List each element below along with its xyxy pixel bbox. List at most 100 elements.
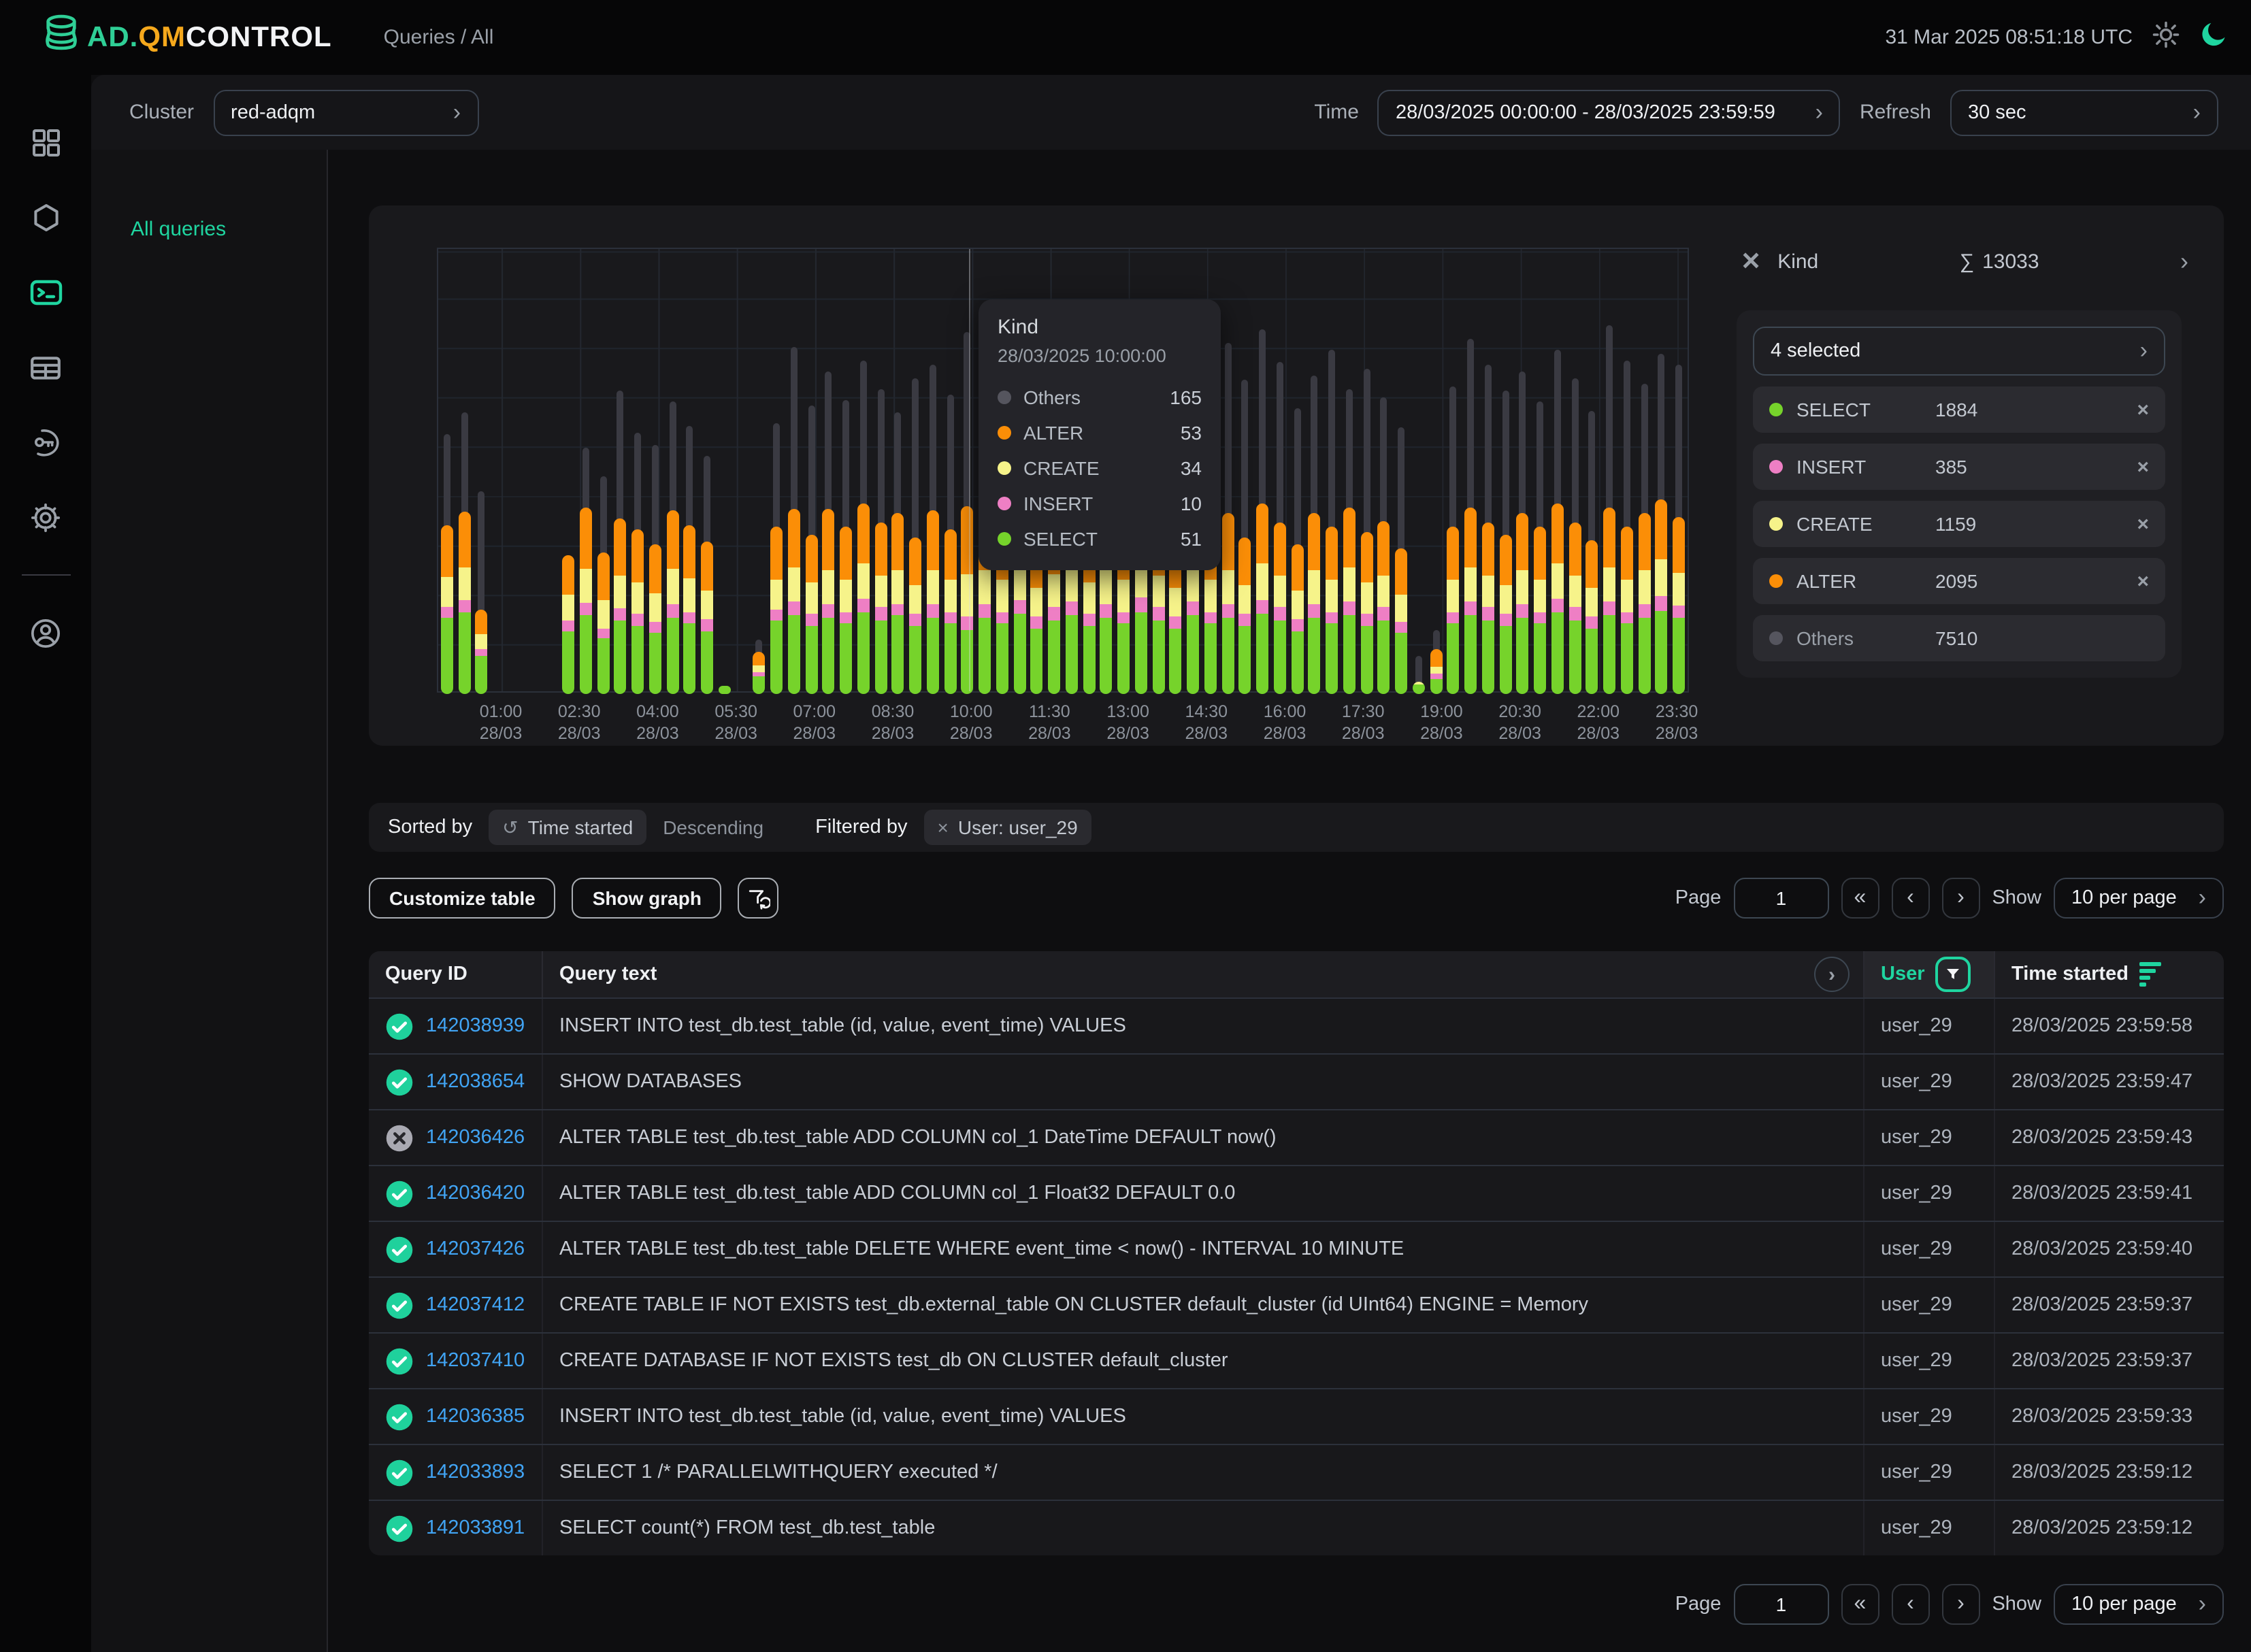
page-input[interactable]	[1733, 878, 1828, 919]
first-page-button[interactable]: «	[1841, 878, 1879, 919]
table-row[interactable]: 142037426 ALTER TABLE test_db.test_table…	[369, 1221, 2224, 1276]
sort-chip[interactable]: ↺ Time started	[489, 810, 646, 845]
query-id-link[interactable]: 142037412	[426, 1294, 525, 1316]
table-row[interactable]: 142036426 ALTER TABLE test_db.test_table…	[369, 1109, 2224, 1165]
series-color-dot	[1769, 517, 1783, 531]
user-cell: user_29	[1863, 1166, 1994, 1221]
profile-icon[interactable]	[28, 615, 63, 650]
next-page-button[interactable]: ›	[1941, 878, 1979, 919]
queries-table: Query ID Query text › User Time started	[369, 951, 2224, 1555]
query-id-link[interactable]: 142036385	[426, 1406, 525, 1427]
time-started-cell: 28/03/2025 23:59:33	[1994, 1389, 2224, 1444]
query-id-link[interactable]: 142038654	[426, 1071, 525, 1093]
reset-sort-icon[interactable]: ↺	[502, 816, 518, 839]
breadcrumb[interactable]: Queries / All	[384, 26, 494, 49]
cluster-select[interactable]: red-adqm ›	[213, 89, 478, 135]
table-row[interactable]: 142033891 SELECT count(*) FROM test_db.t…	[369, 1500, 2224, 1555]
user-filter-chip[interactable]: × User: user_29	[923, 810, 1091, 845]
query-id-link[interactable]: 142033893	[426, 1461, 525, 1483]
legend-row: SELECT 1884 ×	[1753, 386, 2165, 433]
brand-part-3: CONTROL	[186, 21, 332, 52]
user-filter-funnel-icon[interactable]	[1936, 957, 1971, 992]
remove-series-icon[interactable]: ×	[2137, 398, 2149, 421]
show-label: Show	[1992, 887, 2041, 909]
x-axis-tick: 17:3028/03	[1342, 701, 1385, 744]
sort-descending-icon[interactable]	[2139, 963, 2161, 987]
remove-filter-icon[interactable]: ×	[937, 816, 948, 838]
show-graph-button[interactable]: Show graph	[572, 878, 722, 919]
per-page-select[interactable]: 10 per page ›	[2054, 1584, 2224, 1625]
user-cell: user_29	[1863, 1445, 1994, 1500]
cluster-hexagon-icon[interactable]	[28, 200, 63, 235]
tables-icon[interactable]	[28, 350, 63, 385]
chevron-right-icon: ›	[2185, 1591, 2206, 1618]
expand-query-text-icon[interactable]: ›	[1814, 957, 1850, 992]
remove-series-icon[interactable]: ×	[2137, 569, 2149, 593]
light-theme-sun-icon[interactable]	[2152, 20, 2180, 55]
sort-direction[interactable]: Descending	[663, 816, 763, 838]
col-header-time-started[interactable]: Time started	[1994, 951, 2224, 997]
chevron-right-icon[interactable]: ›	[2180, 247, 2188, 276]
series-label: Others	[1023, 386, 1157, 408]
series-label: ALTER	[1796, 570, 1922, 592]
settings-gear-icon[interactable]	[28, 499, 63, 535]
query-id-link[interactable]: 142037426	[426, 1238, 525, 1260]
query-id-link[interactable]: 142038939	[426, 1015, 525, 1037]
sidebar-item-all-queries[interactable]: All queries	[131, 218, 327, 241]
table-row[interactable]: 142037412 CREATE TABLE IF NOT EXISTS tes…	[369, 1276, 2224, 1332]
remove-series-icon[interactable]: ×	[2137, 455, 2149, 478]
remove-kind-filter-icon[interactable]: ✕	[1741, 247, 1761, 276]
refresh-value: 30 sec	[1968, 101, 2026, 123]
table-row[interactable]: 142037410 CREATE DATABASE IF NOT EXISTS …	[369, 1332, 2224, 1388]
query-id-link[interactable]: 142033891	[426, 1517, 525, 1539]
series-color-dot	[998, 532, 1011, 546]
prev-page-button[interactable]: ‹	[1891, 878, 1929, 919]
queries-terminal-icon[interactable]	[28, 275, 63, 310]
time-started-cell: 28/03/2025 23:59:58	[1994, 999, 2224, 1053]
series-label: CREATE	[1023, 457, 1168, 479]
query-text-cell: INSERT INTO test_db.test_table (id, valu…	[542, 999, 1863, 1053]
user-cell: user_29	[1863, 999, 1994, 1053]
x-axis-tick: 20:3028/03	[1498, 701, 1541, 744]
table-row[interactable]: 142036420 ALTER TABLE test_db.test_table…	[369, 1165, 2224, 1221]
time-started-cell: 28/03/2025 23:59:43	[1994, 1110, 2224, 1165]
stacked-bar-chart[interactable]: Kind 28/03/2025 10:00:00 Others 165 ALTE…	[437, 248, 1689, 693]
query-text-cell: SELECT count(*) FROM test_db.test_table	[542, 1501, 1863, 1555]
sort-filter-bar: Sorted by ↺ Time started Descending Filt…	[369, 803, 2224, 852]
table-row[interactable]: 142033893 SELECT 1 /* PARALLELWITHQUERY …	[369, 1444, 2224, 1500]
kind-selected-dropdown[interactable]: 4 selected ›	[1753, 327, 2165, 376]
page-input[interactable]	[1733, 1584, 1828, 1625]
x-axis-tick: 19:0028/03	[1420, 701, 1463, 744]
per-page-select[interactable]: 10 per page ›	[2054, 878, 2224, 919]
dashboard-icon[interactable]	[28, 125, 63, 161]
time-started-cell: 28/03/2025 23:59:47	[1994, 1055, 2224, 1109]
customize-table-button[interactable]: Customize table	[369, 878, 556, 919]
user-cell: user_29	[1863, 1110, 1994, 1165]
refresh-select[interactable]: 30 sec ›	[1950, 89, 2218, 135]
col-header-query-id[interactable]: Query ID	[369, 951, 542, 997]
table-header-row: Query ID Query text › User Time started	[369, 951, 2224, 997]
first-page-button[interactable]: «	[1841, 1584, 1879, 1625]
query-id-link[interactable]: 142036420	[426, 1183, 525, 1204]
next-page-button[interactable]: ›	[1941, 1584, 1979, 1625]
sigma-icon: ∑	[1960, 250, 1974, 273]
time-started-cell: 28/03/2025 23:59:40	[1994, 1222, 2224, 1276]
table-row[interactable]: 142038654 SHOW DATABASES user_29 28/03/2…	[369, 1053, 2224, 1109]
time-range-select[interactable]: 28/03/2025 00:00:00 - 28/03/2025 23:59:5…	[1378, 89, 1841, 135]
query-text-cell: INSERT INTO test_db.test_table (id, valu…	[542, 1389, 1863, 1444]
table-row[interactable]: 142036385 INSERT INTO test_db.test_table…	[369, 1388, 2224, 1444]
prev-page-button[interactable]: ‹	[1891, 1584, 1929, 1625]
brand-part-1: AD.	[87, 21, 138, 52]
col-header-user[interactable]: User	[1863, 951, 1994, 997]
series-label: ALTER	[1023, 422, 1168, 444]
query-id-link[interactable]: 142037410	[426, 1350, 525, 1372]
dark-theme-moon-icon[interactable]	[2199, 19, 2229, 56]
reset-filters-button[interactable]	[738, 878, 779, 919]
success-status-icon	[385, 1514, 414, 1542]
remove-series-icon[interactable]: ×	[2137, 512, 2149, 535]
query-id-link[interactable]: 142036426	[426, 1127, 525, 1149]
kind-legend-panel: 4 selected › SELECT 1884 × INSERT 385 × …	[1737, 310, 2182, 678]
col-header-query-text[interactable]: Query text ›	[542, 951, 1863, 997]
table-row[interactable]: 142038939 INSERT INTO test_db.test_table…	[369, 997, 2224, 1053]
access-key-icon[interactable]	[28, 425, 63, 460]
